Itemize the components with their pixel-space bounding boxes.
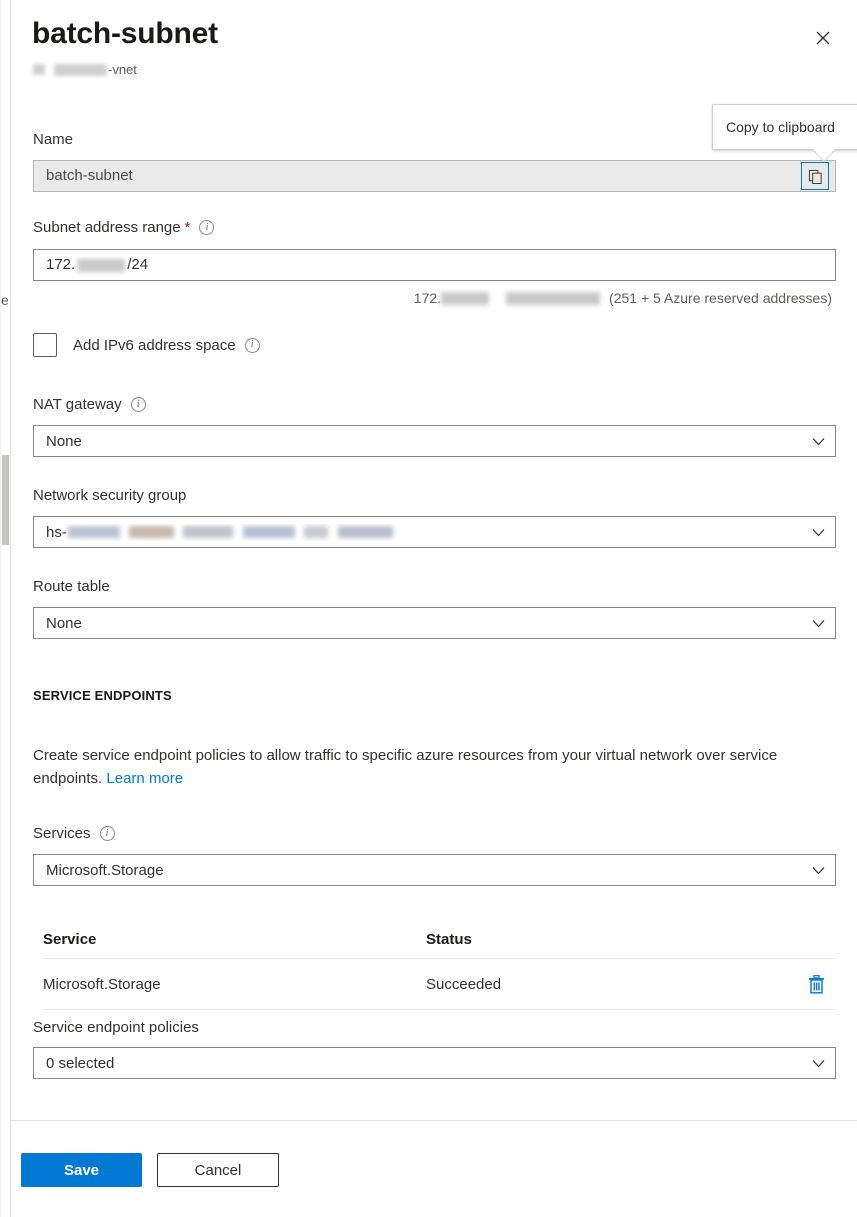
redacted-block	[54, 64, 107, 76]
nat-gateway-label: NAT gateway i	[33, 396, 146, 413]
add-ipv6-checkbox[interactable]	[33, 333, 57, 357]
redacted-block	[68, 526, 120, 538]
address-suffix: /24	[127, 250, 148, 280]
hint-suffix: (251 + 5 Azure reserved addresses)	[609, 290, 832, 306]
services-value: Microsoft.Storage	[46, 862, 804, 879]
info-icon[interactable]: i	[100, 826, 115, 841]
column-header-status: Status	[426, 931, 796, 948]
subnet-edit-blade: e batch-subnet -vnet Name batch-subnet C…	[0, 0, 857, 1217]
cancel-button[interactable]: Cancel	[157, 1153, 279, 1187]
services-label: Services i	[33, 825, 115, 842]
service-endpoints-table: Service Status Microsoft.Storage Succeed…	[43, 920, 836, 1010]
service-endpoints-description: Create service endpoint policies to allo…	[33, 744, 833, 790]
chevron-down-icon	[812, 864, 825, 877]
table-header-row: Service Status	[43, 920, 836, 959]
service-endpoint-policies-label: Service endpoint policies	[33, 1019, 199, 1036]
redacted-block	[33, 64, 45, 75]
delete-service-endpoint-button[interactable]	[796, 975, 836, 994]
name-label: Name	[33, 131, 73, 148]
services-dropdown[interactable]: Microsoft.Storage	[33, 854, 836, 886]
required-indicator: *	[185, 220, 191, 235]
footer-divider	[11, 1120, 857, 1121]
column-header-service: Service	[43, 931, 426, 948]
info-icon[interactable]: i	[131, 397, 146, 412]
service-endpoint-policies-dropdown[interactable]: 0 selected	[33, 1047, 836, 1079]
chevron-down-icon	[812, 526, 825, 539]
background-scrollbar-thumb[interactable]	[2, 455, 9, 545]
network-security-group-value: hs-	[46, 524, 804, 541]
close-button[interactable]	[807, 22, 839, 54]
learn-more-link[interactable]: Learn more	[106, 770, 183, 787]
address-prefix: 172.	[46, 250, 75, 280]
add-ipv6-checkbox-row[interactable]: Add IPv6 address space i	[33, 333, 260, 357]
copy-tooltip: Copy to clipboard	[712, 104, 857, 150]
network-security-group-label: Network security group	[33, 487, 186, 504]
redacted-block	[506, 292, 600, 305]
save-button[interactable]: Save	[21, 1153, 142, 1187]
background-blade-text: e	[1, 292, 10, 308]
address-range-hint: 172. (251 + 5 Azure reserved addresses)	[414, 290, 832, 306]
vnet-name-suffix: -vnet	[108, 62, 137, 77]
copy-tooltip-text: Copy to clipboard	[726, 119, 835, 135]
table-row: Microsoft.Storage Succeeded	[43, 959, 836, 1010]
trash-icon	[808, 975, 825, 994]
redacted-block	[183, 526, 233, 538]
hint-prefix: 172.	[414, 290, 441, 306]
redacted-block	[243, 526, 295, 538]
network-security-group-dropdown[interactable]: hs-	[33, 516, 836, 548]
blade-outer-edge	[0, 0, 1, 1217]
route-table-value: None	[46, 615, 804, 632]
route-table-label: Route table	[33, 578, 110, 595]
page-title: batch-subnet	[32, 17, 218, 51]
breadcrumb-vnet-name: -vnet	[33, 62, 137, 77]
cell-service-status: Succeeded	[426, 976, 796, 993]
redacted-block	[338, 526, 393, 538]
blade-content: batch-subnet -vnet Name batch-subnet Cop…	[11, 0, 857, 1217]
chevron-down-icon	[812, 617, 825, 630]
service-endpoints-heading: SERVICE ENDPOINTS	[33, 688, 172, 703]
route-table-dropdown[interactable]: None	[33, 607, 836, 639]
redacted-block	[77, 259, 125, 272]
chevron-down-icon	[812, 435, 825, 448]
cell-service-name: Microsoft.Storage	[43, 976, 426, 993]
subnet-address-range-input[interactable]: 172. /24	[33, 249, 836, 281]
redacted-block	[129, 526, 174, 538]
service-endpoint-policies-value: 0 selected	[46, 1055, 804, 1072]
close-icon	[816, 31, 830, 45]
redacted-block	[441, 292, 489, 305]
copy-icon	[808, 169, 823, 184]
name-input[interactable]: batch-subnet	[33, 160, 836, 192]
chevron-down-icon	[812, 1057, 825, 1070]
nat-gateway-dropdown[interactable]: None	[33, 425, 836, 457]
copy-tooltip-arrow	[813, 149, 835, 161]
subnet-address-range-label: Subnet address range * i	[33, 219, 214, 236]
add-ipv6-label: Add IPv6 address space	[73, 337, 236, 354]
name-input-value: batch-subnet	[46, 161, 133, 191]
copy-to-clipboard-button[interactable]	[801, 162, 829, 190]
nat-gateway-value: None	[46, 433, 804, 450]
redacted-block	[304, 526, 328, 538]
nsg-value-prefix: hs-	[46, 524, 67, 541]
info-icon[interactable]: i	[245, 338, 260, 353]
info-icon[interactable]: i	[199, 220, 214, 235]
